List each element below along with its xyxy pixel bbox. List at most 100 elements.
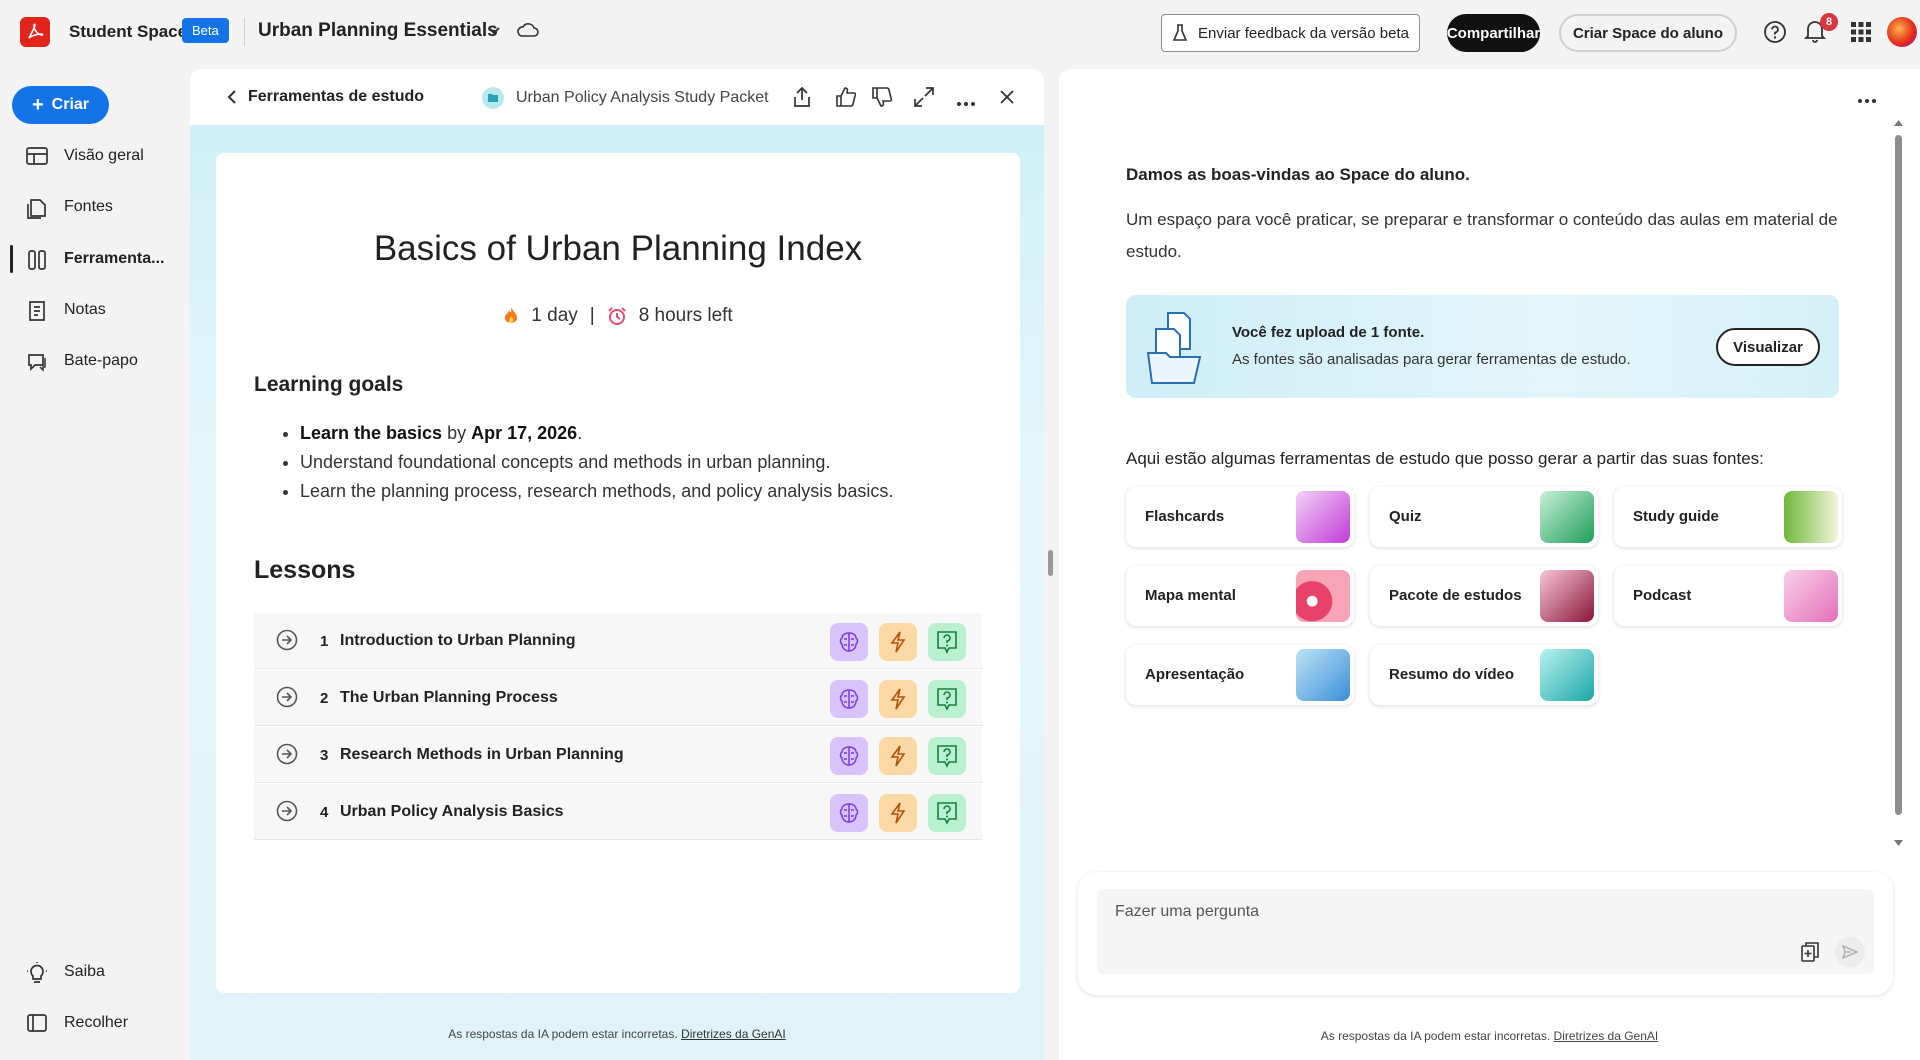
beta-badge: Beta bbox=[182, 18, 229, 43]
mind-map-tool-button[interactable] bbox=[830, 794, 868, 832]
sidebar-item-label: Recolher bbox=[64, 1014, 129, 1031]
brain-icon bbox=[839, 746, 859, 766]
mind-map-tool-button[interactable] bbox=[830, 737, 868, 775]
goal-item: Learn the planning process, research met… bbox=[300, 481, 893, 502]
streak-separator: | bbox=[589, 305, 595, 326]
sources-icon bbox=[26, 197, 48, 224]
space-title[interactable]: Urban Planning Essentials bbox=[258, 20, 498, 42]
tool-card-study-guide[interactable]: Study guide bbox=[1614, 487, 1842, 547]
genai-guidelines-link[interactable]: Diretrizes da GenAI bbox=[1554, 1029, 1659, 1043]
tool-card-label: Mapa mental bbox=[1145, 587, 1236, 604]
attach-file-icon[interactable] bbox=[1800, 941, 1820, 968]
create-label: Criar bbox=[51, 96, 90, 113]
flashcards-tool-button[interactable] bbox=[879, 623, 917, 661]
share-button[interactable]: Compartilhar bbox=[1447, 14, 1540, 52]
plus-icon: + bbox=[31, 94, 44, 116]
ai-disclaimer: As respostas da IA podem estar incorreta… bbox=[1059, 1029, 1920, 1043]
tool-card-label: Quiz bbox=[1389, 508, 1422, 525]
divider bbox=[244, 18, 245, 46]
create-button[interactable]: + Criar bbox=[12, 86, 109, 124]
index-title: Basics of Urban Planning Index bbox=[373, 229, 863, 268]
lesson-row[interactable]: 2 The Urban Planning Process bbox=[254, 670, 982, 726]
quiz-tool-button[interactable] bbox=[928, 623, 966, 661]
avatar[interactable] bbox=[1887, 17, 1917, 47]
sidebar-item-sources[interactable]: Fontes bbox=[0, 187, 190, 227]
collapse-icon bbox=[26, 1013, 48, 1038]
lesson-number: 1 bbox=[320, 633, 329, 650]
sidebar-item-label: Notas bbox=[64, 301, 106, 318]
lesson-row[interactable]: 3 Research Methods in Urban Planning bbox=[254, 727, 982, 783]
flashcards-tool-button[interactable] bbox=[879, 737, 917, 775]
more-options-icon[interactable] bbox=[1857, 91, 1877, 109]
close-icon[interactable] bbox=[999, 89, 1015, 110]
tool-card-podcast[interactable]: Podcast bbox=[1614, 566, 1842, 626]
help-icon[interactable] bbox=[1763, 20, 1787, 49]
share-icon[interactable] bbox=[792, 86, 812, 113]
mind-map-thumbnail-icon bbox=[1296, 570, 1350, 622]
scrollbar-thumb[interactable] bbox=[1895, 135, 1902, 815]
back-to-study-tools[interactable]: Ferramentas de estudo bbox=[226, 88, 424, 106]
video-summary-thumbnail-icon bbox=[1540, 649, 1594, 701]
quiz-tool-button[interactable] bbox=[928, 680, 966, 718]
tool-card-label: Pacote de estudos bbox=[1389, 587, 1522, 604]
tool-card-label: Study guide bbox=[1633, 508, 1719, 525]
tool-card-quiz[interactable]: Quiz bbox=[1370, 487, 1598, 547]
tool-card-flashcards[interactable]: Flashcards bbox=[1126, 487, 1354, 547]
lesson-title: Urban Policy Analysis Basics bbox=[340, 803, 564, 820]
cloud-icon[interactable] bbox=[517, 20, 539, 45]
genai-guidelines-link[interactable]: Diretrizes da GenAI bbox=[681, 1027, 786, 1041]
brain-icon bbox=[839, 689, 859, 709]
lesson-title: Introduction to Urban Planning bbox=[340, 632, 576, 649]
thumbs-down-icon[interactable] bbox=[871, 86, 893, 113]
tool-card-presentation[interactable]: Apresentação bbox=[1126, 645, 1354, 705]
upload-subtitle: As fontes são analisadas para gerar ferr… bbox=[1232, 351, 1631, 368]
packet-tab[interactable]: Urban Policy Analysis Study Packet bbox=[482, 87, 769, 109]
overview-icon bbox=[26, 146, 48, 171]
more-options-icon[interactable] bbox=[956, 94, 976, 112]
mind-map-tool-button[interactable] bbox=[830, 623, 868, 661]
apps-grid-icon[interactable] bbox=[1850, 21, 1872, 48]
chevron-down-icon[interactable] bbox=[486, 22, 502, 43]
lightning-icon bbox=[890, 688, 906, 710]
lessons-heading: Lessons bbox=[254, 556, 356, 584]
goal-item: Learn the basics by Apr 17, 2026. bbox=[300, 423, 893, 444]
folder-icon bbox=[482, 87, 504, 109]
sidebar-item-label: Saiba bbox=[64, 963, 105, 980]
sidebar-collapse[interactable]: Recolher bbox=[0, 1003, 190, 1043]
presentation-thumbnail-icon bbox=[1296, 649, 1350, 701]
lesson-title: Research Methods in Urban Planning bbox=[340, 746, 624, 763]
send-icon[interactable] bbox=[1835, 937, 1865, 967]
quiz-icon bbox=[937, 631, 957, 654]
mind-map-tool-button[interactable] bbox=[830, 680, 868, 718]
flashcards-tool-button[interactable] bbox=[879, 794, 917, 832]
lesson-row[interactable]: 4 Urban Policy Analysis Basics bbox=[254, 784, 982, 840]
arrow-circle-icon bbox=[276, 800, 298, 827]
expand-icon[interactable] bbox=[913, 86, 935, 113]
arrow-circle-icon bbox=[276, 686, 298, 713]
quiz-tool-button[interactable] bbox=[928, 737, 966, 775]
tool-card-mind-map[interactable]: Mapa mental bbox=[1126, 566, 1354, 626]
feedback-button[interactable]: Enviar feedback da versão beta bbox=[1161, 14, 1420, 52]
acrobat-logo-icon[interactable] bbox=[20, 17, 50, 47]
tool-card-study-packet[interactable]: Pacote de estudos bbox=[1370, 566, 1598, 626]
thumbs-up-icon[interactable] bbox=[835, 86, 857, 113]
tool-card-video-summary[interactable]: Resumo do vídeo bbox=[1370, 645, 1598, 705]
chat-input[interactable] bbox=[1115, 903, 1615, 921]
create-space-button[interactable]: Criar Space do aluno bbox=[1559, 14, 1737, 52]
sidebar-item-learn[interactable]: Saiba bbox=[0, 952, 190, 992]
arrow-circle-icon bbox=[276, 629, 298, 656]
sidebar-item-chat[interactable]: Bate-papo bbox=[0, 341, 190, 381]
view-sources-button[interactable]: Visualizar bbox=[1716, 328, 1820, 366]
scroll-up-icon bbox=[1894, 120, 1903, 126]
sidebar-item-overview[interactable]: Visão geral bbox=[0, 136, 190, 176]
upload-status-card: Você fez upload de 1 fonte. As fontes sã… bbox=[1126, 295, 1839, 398]
quiz-tool-button[interactable] bbox=[928, 794, 966, 832]
sidebar-item-tools[interactable]: Ferramenta... bbox=[0, 239, 190, 279]
panel-resize-handle[interactable] bbox=[1048, 550, 1053, 576]
packet-title: Urban Policy Analysis Study Packet bbox=[516, 89, 769, 106]
flashcards-tool-button[interactable] bbox=[879, 680, 917, 718]
scrollbar[interactable] bbox=[1892, 119, 1904, 849]
sidebar-item-notes[interactable]: Notas bbox=[0, 290, 190, 330]
notes-icon bbox=[26, 300, 48, 327]
lesson-row[interactable]: 1 Introduction to Urban Planning bbox=[254, 613, 982, 669]
